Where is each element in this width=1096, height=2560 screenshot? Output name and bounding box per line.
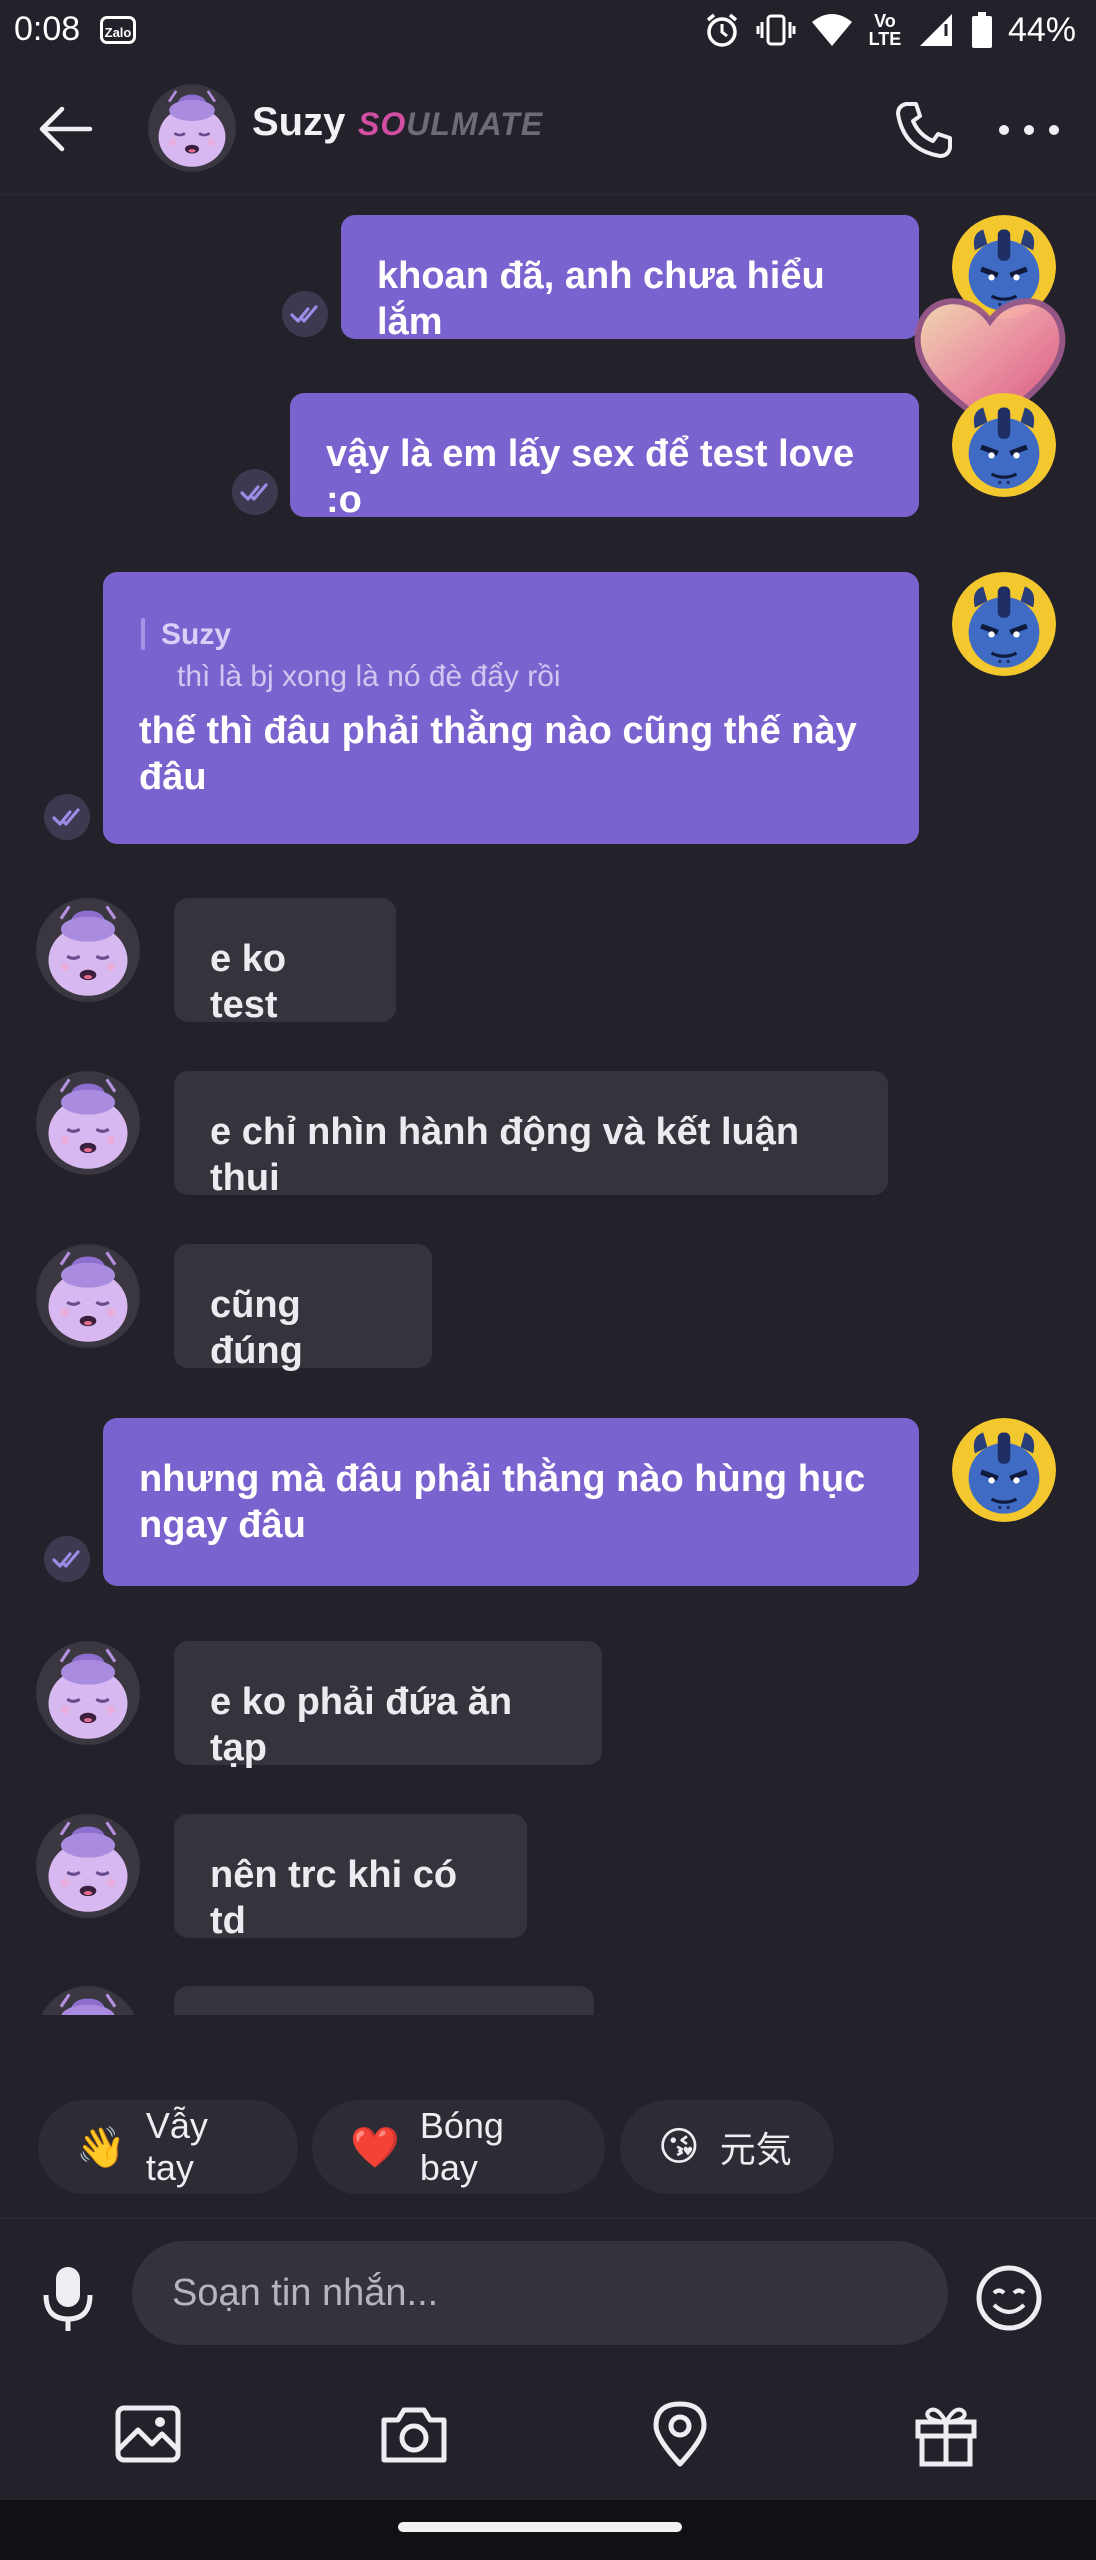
reply-quoted-text: thì là bj xong là nó đè đẩy rồi xyxy=(177,660,561,693)
message-bubble-partial xyxy=(174,1986,594,2015)
emoji-icon[interactable] xyxy=(974,2263,1044,2333)
read-check-icon xyxy=(282,291,328,337)
message-row-outgoing: khoan đã, anh chưa hiểu lắm xyxy=(0,215,1096,429)
system-navigation-bar xyxy=(0,2500,1096,2560)
wifi-icon xyxy=(811,14,852,46)
message-row-incoming: nên trc khi có td xyxy=(0,1814,1096,1944)
back-arrow-icon[interactable] xyxy=(36,104,96,154)
quick-reply-bar: 👋 Vẫy tay ❤️ Bóng bay 😘 元気 xyxy=(0,2100,1096,2196)
message-bubble[interactable]: cũng đúng xyxy=(174,1244,432,1372)
contact-avatar[interactable] xyxy=(36,1071,140,1175)
status-icons: Vo LTE 44% xyxy=(702,8,1076,52)
wave-emoji-icon: 👋 xyxy=(76,2125,126,2170)
vibrate-icon xyxy=(756,14,796,46)
message-bubble[interactable]: e chỉ nhìn hành động và kết luận thui xyxy=(174,1071,888,1199)
contact-avatar xyxy=(36,1986,140,2015)
phone-icon[interactable] xyxy=(892,98,956,162)
read-check-icon xyxy=(232,469,278,515)
zalo-notification-icon: Zalo xyxy=(100,16,136,44)
message-input[interactable] xyxy=(132,2241,948,2345)
quick-reply-wave[interactable]: 👋 Vẫy tay xyxy=(38,2100,298,2194)
chat-header: Suzy SOULMATE xyxy=(0,62,1096,195)
signal-icon xyxy=(919,14,952,46)
message-bubble[interactable]: e ko test xyxy=(174,898,396,1026)
message-input-wrapper[interactable] xyxy=(132,2241,948,2345)
message-row-incoming: e ko phải đứa ăn tạp xyxy=(0,1641,1096,1771)
message-list[interactable]: khoan đã, anh chưa hiểu lắm vậy là em lấ… xyxy=(0,195,1096,2015)
my-avatar[interactable] xyxy=(952,572,1056,676)
my-avatar[interactable] xyxy=(952,1418,1056,1522)
battery-percent: 44% xyxy=(1007,10,1076,49)
contact-avatar[interactable] xyxy=(36,1814,140,1918)
message-bubble[interactable]: khoan đã, anh chưa hiểu lắm xyxy=(341,215,919,343)
image-icon[interactable] xyxy=(112,2398,184,2470)
alarm-icon xyxy=(706,13,738,47)
reply-author: Suzy xyxy=(161,618,232,651)
gift-icon[interactable] xyxy=(910,2398,982,2470)
message-bubble[interactable]: e ko phải đứa ăn tạp xyxy=(174,1641,602,1769)
contact-avatar[interactable] xyxy=(36,1244,140,1348)
message-text: thế thì đâu phải thằng nào cũng thế này … xyxy=(139,710,857,798)
message-row-outgoing: Suzy thì là bj xong là nó đè đẩy rồi thế… xyxy=(0,572,1096,848)
contact-avatar[interactable] xyxy=(36,1641,140,1745)
message-row-outgoing: nhưng mà đâu phải thằng nào hùng hục nga… xyxy=(0,1418,1096,1593)
more-dots-icon[interactable] xyxy=(994,118,1064,142)
contact-name[interactable]: Suzy xyxy=(252,100,345,145)
message-row-incoming: e ko test xyxy=(0,898,1096,1028)
read-check-icon xyxy=(44,1536,90,1582)
message-row-incoming-partial xyxy=(0,1986,1096,2015)
read-check-icon xyxy=(44,794,90,840)
reply-message-bubble[interactable]: Suzy thì là bj xong là nó đè đẩy rồi thế… xyxy=(103,572,919,844)
reply-quote-bar xyxy=(141,618,145,650)
status-bar: 0:08 Zalo Vo LTE 44% xyxy=(0,0,1096,62)
chip-label: Bóng bay xyxy=(419,2105,504,2188)
kiss-emoji-icon: 😘 xyxy=(658,2125,700,2169)
my-avatar[interactable] xyxy=(952,393,1056,497)
status-time: 0:08 xyxy=(14,10,81,48)
message-row-incoming: e chỉ nhìn hành động và kết luận thui xyxy=(0,1071,1096,1201)
chip-label: Vẫy tay xyxy=(145,2105,208,2188)
chip-label: 元気 xyxy=(719,2129,792,2170)
message-bubble[interactable]: vậy là em lấy sex để test love :o xyxy=(290,393,919,521)
network-type: Vo LTE xyxy=(868,11,902,49)
attachment-toolbar xyxy=(0,2372,1096,2492)
heart-emoji-icon: ❤️ xyxy=(350,2125,400,2170)
message-bubble[interactable]: nên trc khi có td xyxy=(174,1814,527,1942)
soulmate-badge: SOULMATE xyxy=(358,106,544,142)
message-bubble[interactable]: nhưng mà đâu phải thằng nào hùng hục nga… xyxy=(103,1418,919,1586)
message-composer xyxy=(0,2218,1096,2367)
message-row-outgoing: vậy là em lấy sex để test love :o xyxy=(0,393,1096,523)
quick-reply-genki[interactable]: 😘 元気 xyxy=(620,2100,834,2194)
contact-avatar[interactable] xyxy=(36,898,140,1002)
home-indicator[interactable] xyxy=(398,2522,682,2532)
mic-icon[interactable] xyxy=(36,2263,100,2333)
location-icon[interactable] xyxy=(644,2398,716,2470)
message-row-incoming: cũng đúng xyxy=(0,1244,1096,1374)
battery-icon xyxy=(971,12,992,48)
quick-reply-balloon[interactable]: ❤️ Bóng bay xyxy=(312,2100,605,2194)
contact-avatar[interactable] xyxy=(148,84,236,172)
camera-icon[interactable] xyxy=(378,2398,450,2470)
